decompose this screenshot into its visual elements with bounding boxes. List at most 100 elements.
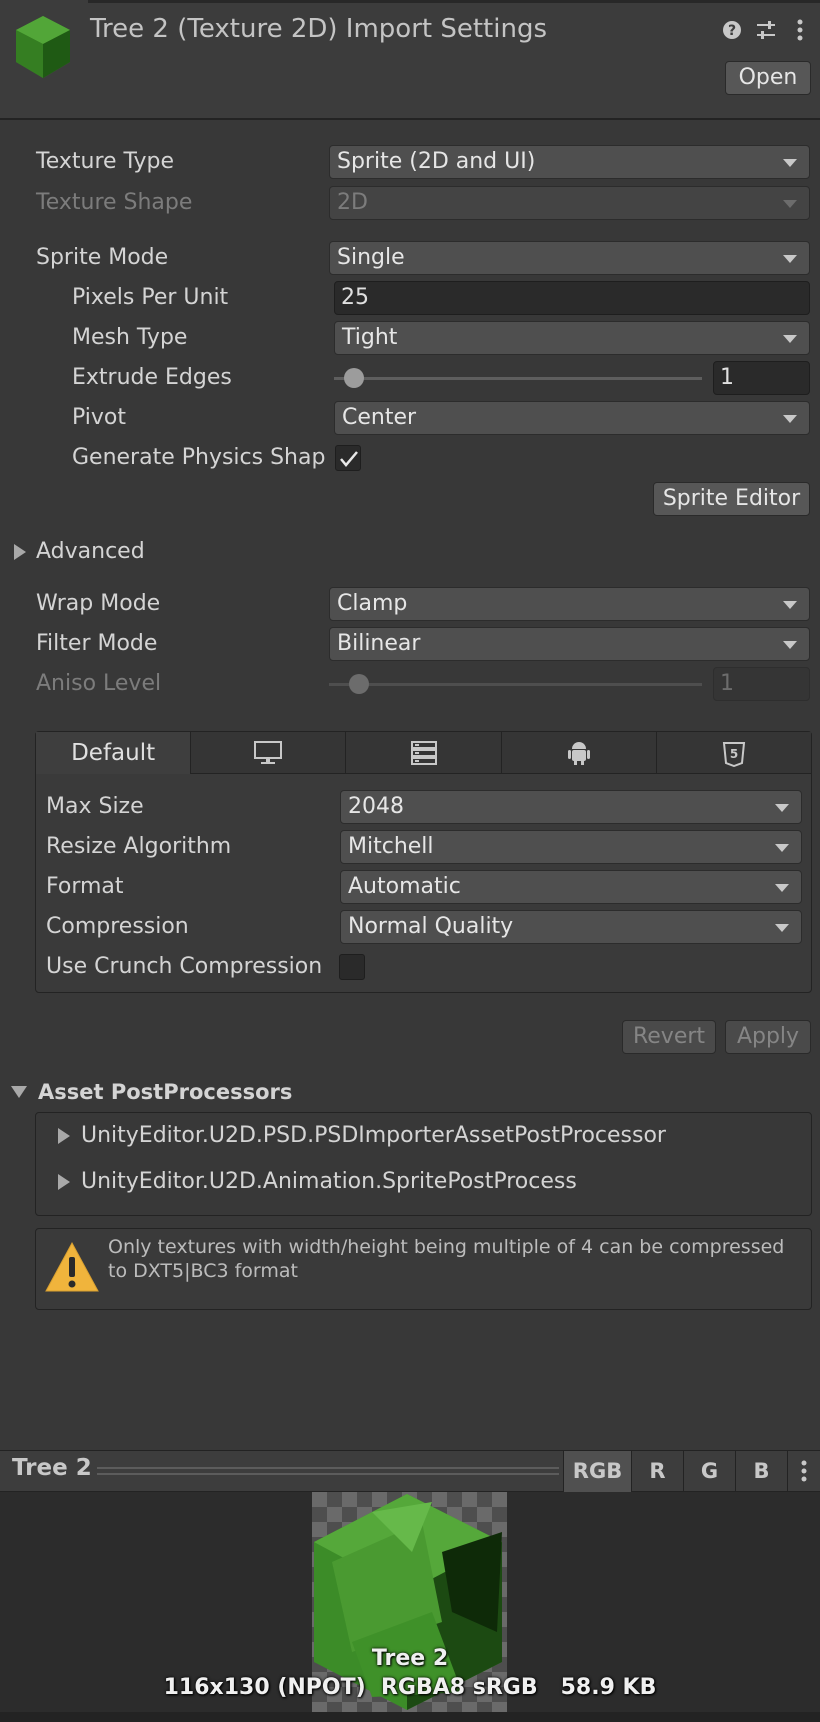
settings-sliders-icon[interactable] <box>754 18 778 42</box>
compression-dropdown[interactable]: Normal Quality <box>340 910 802 944</box>
bottom-border <box>0 1712 820 1722</box>
server-icon <box>410 740 437 765</box>
extrude-edges-label: Extrude Edges <box>72 365 232 390</box>
expand-arrow-icon[interactable] <box>14 544 26 560</box>
chevron-down-icon <box>775 884 789 892</box>
filter-mode-value: Bilinear <box>337 631 421 656</box>
inspector-title: Tree 2 (Texture 2D) Import Settings <box>90 14 547 44</box>
generate-physics-shape-label: Generate Physics Shap <box>72 445 326 470</box>
texture-shape-dropdown: 2D <box>329 186 810 220</box>
mesh-type-dropdown[interactable]: Tight <box>334 321 810 355</box>
tab-android[interactable] <box>501 732 657 774</box>
generate-physics-shape-checkbox[interactable] <box>335 445 361 471</box>
extrude-edges-slider-handle[interactable] <box>344 368 364 388</box>
advanced-foldout[interactable]: Advanced <box>36 535 145 569</box>
sprite-mode-label: Sprite Mode <box>36 245 169 270</box>
kebab-menu-icon[interactable] <box>788 18 812 42</box>
channel-b-button[interactable]: B <box>735 1451 787 1492</box>
tab-default[interactable]: Default <box>36 732 192 774</box>
wrap-mode-value: Clamp <box>337 591 408 616</box>
help-icon[interactable]: ? <box>720 18 744 42</box>
chevron-down-icon <box>783 335 797 343</box>
preview-drag-handle[interactable] <box>97 1467 559 1475</box>
expand-arrow-icon[interactable] <box>58 1128 70 1144</box>
revert-button[interactable]: Revert <box>622 1020 716 1054</box>
resize-algorithm-dropdown[interactable]: Mitchell <box>340 830 802 864</box>
html5-icon: 5 <box>722 741 746 767</box>
kebab-menu-icon <box>801 1460 807 1482</box>
resize-algorithm-label: Resize Algorithm <box>46 834 232 859</box>
chevron-down-icon <box>783 641 797 649</box>
warning-helpbox: Only textures with width/height being mu… <box>35 1228 812 1310</box>
wrap-mode-dropdown[interactable]: Clamp <box>329 587 810 621</box>
postprocessors-list: UnityEditor.U2D.PSD.PSDImporterAssetPost… <box>35 1112 812 1216</box>
chevron-down-icon <box>783 200 797 208</box>
filter-mode-label: Filter Mode <box>36 631 158 656</box>
use-crunch-compression-label: Use Crunch Compression <box>46 954 323 979</box>
warning-icon <box>45 1241 99 1292</box>
aniso-level-slider-handle <box>349 674 369 694</box>
texture-type-label: Texture Type <box>36 149 175 174</box>
texture-shape-value: 2D <box>337 190 368 215</box>
pixels-per-unit-label: Pixels Per Unit <box>72 285 229 310</box>
open-button[interactable]: Open <box>725 61 811 95</box>
extrude-edges-slider-track[interactable] <box>334 377 702 380</box>
filter-mode-dropdown[interactable]: Bilinear <box>329 627 810 661</box>
max-size-value: 2048 <box>348 794 404 819</box>
chevron-down-icon <box>783 255 797 263</box>
postprocessor-item[interactable]: UnityEditor.U2D.Animation.SpritePostProc… <box>81 1169 577 1194</box>
max-size-label: Max Size <box>46 794 144 819</box>
platform-tabs: Default 5 <box>36 732 812 774</box>
wrap-mode-label: Wrap Mode <box>36 591 161 616</box>
android-icon <box>567 741 590 765</box>
pivot-dropdown[interactable]: Center <box>334 401 810 435</box>
tab-server[interactable] <box>346 732 502 774</box>
max-size-dropdown[interactable]: 2048 <box>340 790 802 824</box>
channel-r-button[interactable]: R <box>631 1451 683 1492</box>
preview-asset-name: Tree 2 <box>371 1646 449 1671</box>
extrude-edges-field[interactable]: 1 <box>713 361 810 395</box>
svg-text:?: ? <box>728 23 736 39</box>
postprocessor-item[interactable]: UnityEditor.U2D.PSD.PSDImporterAssetPost… <box>81 1123 666 1148</box>
texture-asset-icon <box>16 16 70 78</box>
compression-value: Normal Quality <box>348 914 514 939</box>
pixels-per-unit-field[interactable]: 25 <box>334 281 810 315</box>
chevron-down-icon <box>783 159 797 167</box>
checkmark-icon <box>340 451 358 467</box>
format-dropdown[interactable]: Automatic <box>340 870 802 904</box>
asset-postprocessors-foldout[interactable]: Asset PostProcessors <box>38 1075 292 1109</box>
expand-arrow-icon[interactable] <box>58 1174 70 1190</box>
texture-type-dropdown[interactable]: Sprite (2D and UI) <box>329 145 810 179</box>
aniso-level-field: 1 <box>713 667 810 701</box>
chevron-down-icon <box>775 804 789 812</box>
sprite-mode-dropdown[interactable]: Single <box>329 241 810 275</box>
preview-toolbar: Tree 2 RGB R G B <box>0 1450 820 1492</box>
warning-message: Only textures with width/height being mu… <box>108 1236 785 1282</box>
sprite-mode-value: Single <box>337 245 405 270</box>
monitor-icon <box>254 740 283 764</box>
format-label: Format <box>46 874 124 899</box>
tab-standalone[interactable] <box>191 732 347 774</box>
platform-settings-panel: Default 5 Max Size 2048 Resize Algorithm… <box>35 731 812 993</box>
chevron-down-icon <box>775 844 789 852</box>
format-value: Automatic <box>348 874 461 899</box>
resize-algorithm-value: Mitchell <box>348 834 434 859</box>
aniso-level-label: Aniso Level <box>36 671 162 696</box>
use-crunch-compression-checkbox[interactable] <box>339 954 365 980</box>
chevron-down-icon <box>783 415 797 423</box>
inspector-header: Tree 2 (Texture 2D) Import Settings ? Op… <box>0 0 820 120</box>
mesh-type-label: Mesh Type <box>72 325 188 350</box>
channel-rgb-button[interactable]: RGB <box>563 1451 631 1492</box>
texture-type-value: Sprite (2D and UI) <box>337 149 536 174</box>
apply-button[interactable]: Apply <box>725 1020 811 1054</box>
preview-texture-info: 116x130 (NPOT) RGBA8 sRGB 58.9 KB <box>163 1675 657 1700</box>
compression-label: Compression <box>46 914 189 939</box>
sprite-editor-button[interactable]: Sprite Editor <box>653 482 810 516</box>
pivot-label: Pivot <box>72 405 127 430</box>
collapse-arrow-icon[interactable] <box>11 1086 27 1098</box>
preview-menu-button[interactable] <box>787 1451 820 1492</box>
svg-text:5: 5 <box>730 747 738 761</box>
tab-webgl[interactable]: 5 <box>656 732 812 774</box>
pivot-value: Center <box>342 405 417 430</box>
channel-g-button[interactable]: G <box>683 1451 735 1492</box>
